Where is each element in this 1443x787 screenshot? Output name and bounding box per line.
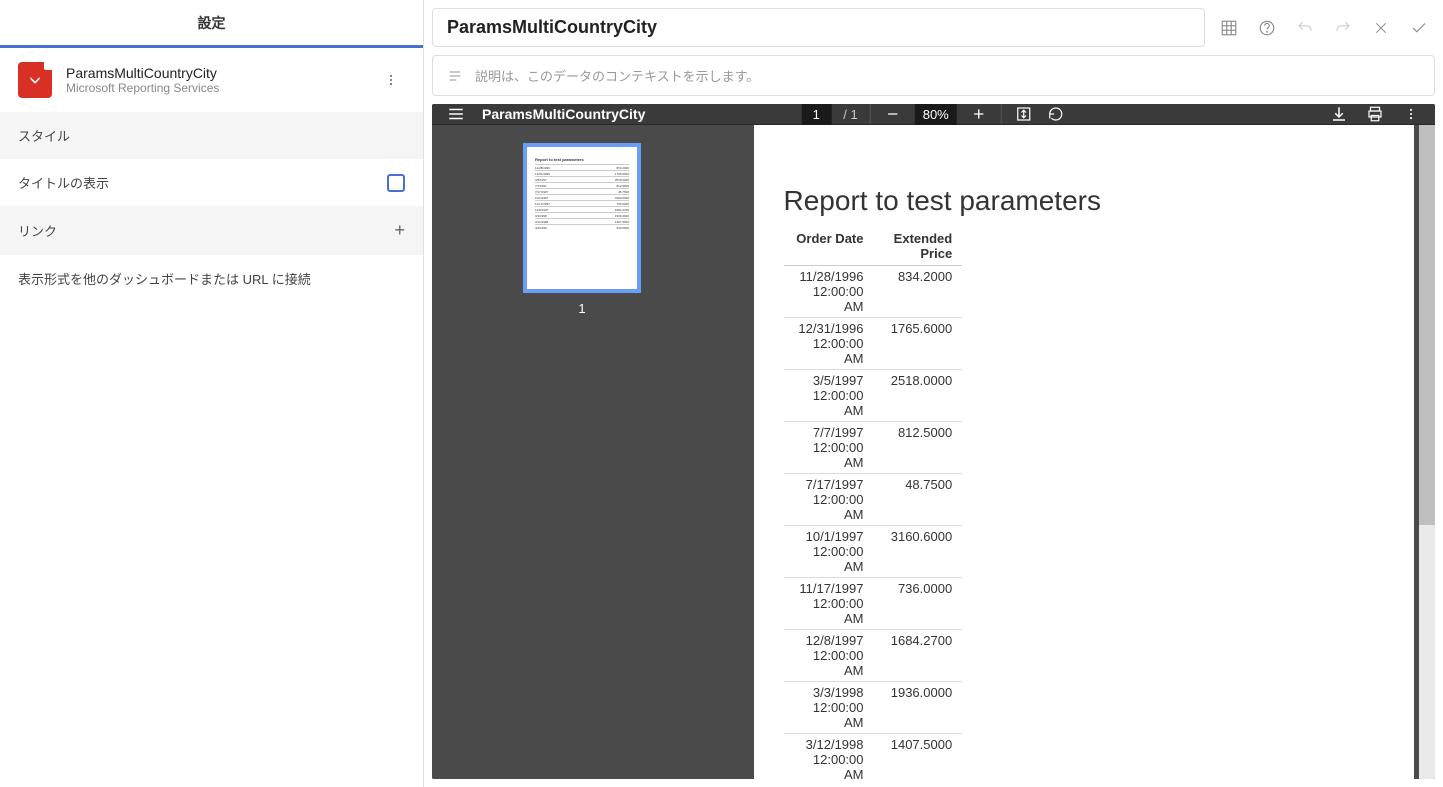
scrollbar[interactable] bbox=[1419, 125, 1435, 779]
table-row: 11/28/199612:00:00 AM834.2000 bbox=[784, 266, 963, 318]
description-placeholder: 説明は、このデータのコンテキストを示します。 bbox=[475, 66, 759, 85]
sidebar-title: 設定 bbox=[0, 0, 423, 48]
table-row: 12/31/199612:00:00 AM1765.6000 bbox=[784, 318, 963, 370]
show-title-row[interactable]: タイトルの表示 bbox=[0, 159, 423, 206]
main-panel: 説明は、このデータのコンテキストを示します。 ParamsMultiCountr… bbox=[424, 0, 1443, 787]
report-table: Order Date ExtendedPrice 11/28/199612:00… bbox=[784, 227, 963, 779]
pdf-toolbar: ParamsMultiCountryCity / 1 80% bbox=[432, 104, 1435, 125]
pdf-viewer: ParamsMultiCountryCity / 1 80% Report to… bbox=[432, 104, 1435, 779]
pdf-icon bbox=[18, 62, 52, 98]
topbar bbox=[432, 8, 1435, 47]
print-icon[interactable] bbox=[1365, 104, 1385, 124]
link-description: 表示形式を他のダッシュボードまたは URL に接続 bbox=[0, 255, 423, 302]
thumbnail-number: 1 bbox=[578, 301, 585, 316]
redo-icon[interactable] bbox=[1327, 12, 1359, 44]
col-extended-price: ExtendedPrice bbox=[874, 227, 963, 266]
table-row: 3/3/199812:00:00 AM1936.0000 bbox=[784, 682, 963, 734]
download-icon[interactable] bbox=[1329, 104, 1349, 124]
page-view[interactable]: Report to test parameters Order Date Ext… bbox=[732, 125, 1435, 779]
page-total: / 1 bbox=[843, 107, 857, 122]
table-row: 3/12/199812:00:00 AM1407.5000 bbox=[784, 734, 963, 780]
undo-icon[interactable] bbox=[1289, 12, 1321, 44]
page-thumbnail[interactable]: Report to test parameters 11/28/1996834.… bbox=[523, 143, 641, 293]
thumbnail-panel: Report to test parameters 11/28/1996834.… bbox=[432, 125, 732, 779]
pdf-page: Report to test parameters Order Date Ext… bbox=[754, 125, 1414, 779]
fit-icon[interactable] bbox=[1014, 104, 1034, 124]
pdf-title: ParamsMultiCountryCity bbox=[482, 106, 645, 122]
table-row: 3/5/199712:00:00 AM2518.0000 bbox=[784, 370, 963, 422]
rotate-icon[interactable] bbox=[1046, 104, 1066, 124]
scrollbar-thumb[interactable] bbox=[1419, 125, 1435, 525]
link-header: リンク + bbox=[0, 206, 423, 255]
zoom-in-icon[interactable] bbox=[969, 104, 989, 124]
table-row: 12/8/199712:00:00 AM1684.2700 bbox=[784, 630, 963, 682]
col-order-date: Order Date bbox=[784, 227, 874, 266]
file-item[interactable]: ParamsMultiCountryCity Microsoft Reporti… bbox=[0, 48, 423, 112]
menu-icon[interactable] bbox=[446, 104, 466, 124]
title-input[interactable] bbox=[432, 8, 1205, 47]
lines-icon bbox=[447, 68, 463, 84]
file-source: Microsoft Reporting Services bbox=[66, 81, 363, 95]
link-label: リンク bbox=[18, 221, 57, 240]
table-row: 7/17/199712:00:00 AM48.7500 bbox=[784, 474, 963, 526]
style-header: スタイル bbox=[0, 112, 423, 159]
table-row: 10/1/199712:00:00 AM3160.6000 bbox=[784, 526, 963, 578]
close-icon[interactable] bbox=[1365, 12, 1397, 44]
zoom-level[interactable]: 80% bbox=[915, 104, 957, 126]
grid-icon[interactable] bbox=[1213, 12, 1245, 44]
description-input[interactable]: 説明は、このデータのコンテキストを示します。 bbox=[432, 55, 1435, 96]
page-input[interactable] bbox=[801, 104, 831, 126]
settings-sidebar: 設定 ParamsMultiCountryCity Microsoft Repo… bbox=[0, 0, 424, 787]
pdf-more-icon[interactable] bbox=[1401, 104, 1421, 124]
pdf-body: Report to test parameters 11/28/1996834.… bbox=[432, 125, 1435, 779]
file-name: ParamsMultiCountryCity bbox=[66, 65, 363, 81]
report-title: Report to test parameters bbox=[784, 185, 1384, 217]
zoom-out-icon[interactable] bbox=[883, 104, 903, 124]
table-row: 7/7/199712:00:00 AM812.5000 bbox=[784, 422, 963, 474]
add-link-icon[interactable]: + bbox=[394, 220, 405, 241]
help-icon[interactable] bbox=[1251, 12, 1283, 44]
show-title-checkbox[interactable] bbox=[387, 174, 405, 192]
confirm-icon[interactable] bbox=[1403, 12, 1435, 44]
show-title-label: タイトルの表示 bbox=[18, 173, 109, 192]
table-row: 11/17/199712:00:00 AM736.0000 bbox=[784, 578, 963, 630]
more-icon[interactable] bbox=[377, 66, 405, 94]
